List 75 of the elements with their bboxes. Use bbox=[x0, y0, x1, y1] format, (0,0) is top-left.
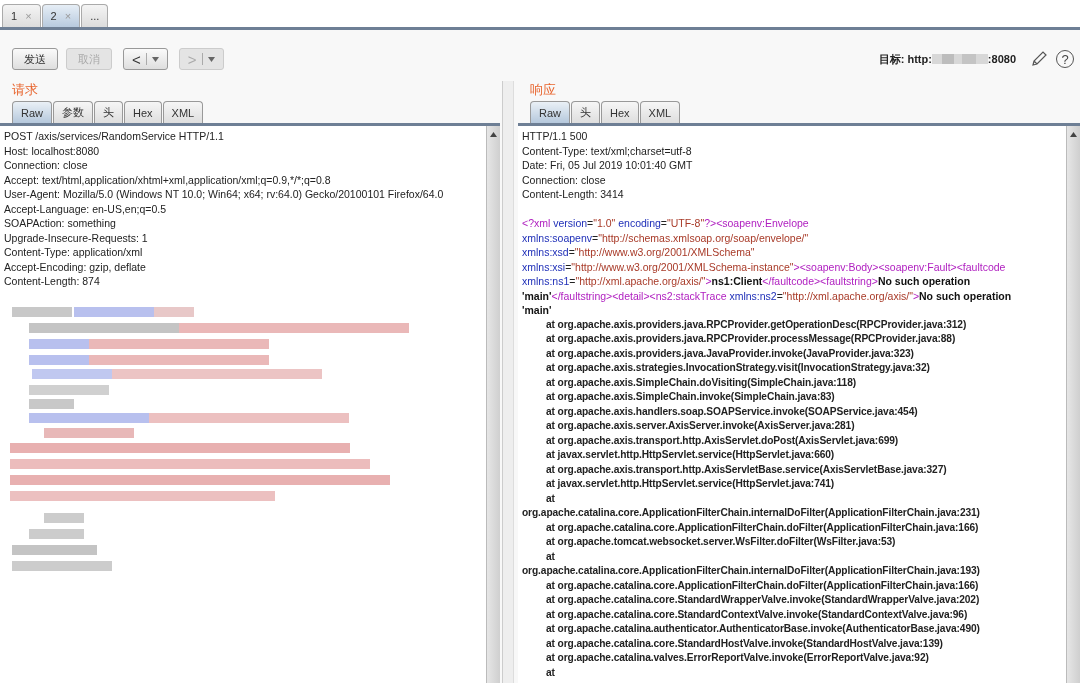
split-handle[interactable] bbox=[502, 81, 514, 683]
response-line: Date: Fri, 05 Jul 2019 10:01:40 GMT bbox=[522, 158, 694, 173]
scrollbar[interactable] bbox=[486, 126, 500, 683]
stack-trace-line: at org.apache.axis.providers.java.JavaProvider.invoke(JavaProvider.java:323) bbox=[545, 346, 915, 361]
xml-line: 'main' bbox=[522, 303, 553, 318]
stack-trace-line: at org.apache.catalina.authenticator.AuthenticatorBase.invoke(AuthenticatorBase.java:490) bbox=[545, 622, 981, 636]
target-label: 目标: http: bbox=[878, 51, 932, 67]
up-arrow-icon[interactable] bbox=[1070, 132, 1077, 137]
request-line: POST /axis/services/RandomService HTTP/1.1 bbox=[4, 129, 225, 144]
stack-trace-line: org.apache.catalina.core.ApplicationFilterChain.internalDoFilter(ApplicationFilterChain.java:193) bbox=[522, 564, 981, 578]
xml-line: 'main'</faultstring><detail><ns2:stackTrace xmlns:ns2="http://xml.apache.org/axis/">No such operation bbox=[522, 288, 1013, 303]
stack-trace-line: at org.apache.axis.providers.java.RPCProvider.processMessage(RPCProvider.java:88) bbox=[545, 332, 957, 346]
view-tab[interactable]: Raw bbox=[12, 101, 52, 123]
response-line: Connection: close bbox=[522, 172, 607, 187]
view-tab[interactable]: XML bbox=[162, 101, 204, 123]
response-line: HTTP/1.1 500 bbox=[522, 129, 589, 144]
stack-trace-line: at org.apache.axis.server.AxisServer.invoke(AxisServer.java:281) bbox=[545, 419, 856, 433]
send-button[interactable]: 发送 bbox=[12, 48, 58, 70]
redaction-drawing bbox=[931, 53, 988, 65]
history-button[interactable]: < bbox=[123, 48, 168, 70]
target-port: :8080 bbox=[987, 53, 1016, 65]
stack-trace-line: at bbox=[545, 491, 556, 506]
view-tab[interactable]: 头 bbox=[94, 101, 123, 123]
stack-trace-line: at org.apache.catalina.core.ApplicationFilterChain.doFilter(ApplicationFilterChain.java:166) bbox=[545, 520, 980, 535]
up-arrow-icon[interactable] bbox=[490, 132, 497, 137]
stack-trace-line: at org.apache.tomcat.websocket.server.WsFilter.doFilter(WsFilter.java:53) bbox=[545, 535, 897, 549]
xml-line: <?xml version="1.0" encoding="UTF-8"?><soapenv:Envelope bbox=[522, 216, 810, 231]
stack-trace-line: at bbox=[545, 665, 556, 680]
stack-trace-line: at org.apache.catalina.core.StandardWrapperValve.invoke(StandardWrapperValve.java:202) bbox=[545, 593, 981, 607]
stack-trace-line: at org.apache.axis.transport.http.AxisServlet.doPost(AxisServlet.java:699) bbox=[545, 433, 900, 448]
session-tab[interactable]: 2 × bbox=[41, 4, 81, 27]
scrollbar[interactable] bbox=[1066, 126, 1080, 683]
view-tab[interactable]: Hex bbox=[124, 101, 162, 123]
view-tab[interactable]: XML bbox=[639, 101, 681, 123]
stack-trace-line: at org.apache.axis.providers.java.RPCProvider.getOperationDesc(RPCProvider.java:312) bbox=[545, 317, 968, 332]
xml-line: xmlns:xsi="http://www.w3.org/2001/XMLSchema-instance"><soapenv:Body><soapenv:Fault><faultcode bbox=[522, 259, 1007, 274]
request-line: SOAPAction: something bbox=[4, 216, 117, 231]
stack-trace-line: at org.apache.catalina.valves.ErrorReportValve.invoke(ErrorReportValve.java:92) bbox=[545, 651, 930, 665]
response-line: Content-Length: 3414 bbox=[522, 187, 625, 202]
session-tab[interactable]: 1 × bbox=[2, 4, 41, 27]
stack-trace-line: at org.apache.catalina.core.ApplicationFilterChain.doFilter(ApplicationFilterChain.java:166) bbox=[545, 578, 980, 593]
xml-line: xmlns:ns1="http://xml.apache.org/axis/">ns1:Client</faultcode><faultstring>No such operation bbox=[522, 274, 972, 289]
caret-icon bbox=[207, 56, 215, 62]
stack-trace-line: at org.apache.axis.SimpleChain.doVisiting(SimpleChain.java:118) bbox=[545, 375, 857, 390]
xml-line: xmlns:soapenv="http://schemas.xmlsoap.org/soap/envelope/" bbox=[522, 230, 810, 245]
request-line: Content-Length: 874 bbox=[4, 274, 101, 289]
caret-icon bbox=[151, 56, 159, 62]
request-line: Upgrade-Insecure-Requests: 1 bbox=[4, 230, 149, 245]
pane-title: 响应 bbox=[529, 81, 557, 99]
request-line: Accept: text/html,application/xhtml+xml,application/xml;q=0.9,*/*;q=0.8 bbox=[4, 172, 332, 187]
stack-trace-line: at org.apache.axis.transport.http.AxisServletBase.service(AxisServletBase.java:327) bbox=[545, 462, 948, 477]
stack-trace-line: at org.apache.catalina.core.StandardContextValve.invoke(StandardContextValve.java:96) bbox=[545, 607, 969, 622]
stack-trace-line: at org.apache.axis.strategies.InvocationStrategy.visit(InvocationStrategy.java:32) bbox=[545, 361, 931, 375]
xml-line: xmlns:xsd="http://www.w3.org/2001/XMLSchema" bbox=[522, 245, 756, 260]
request-line: Host: localhost:8080 bbox=[4, 143, 101, 158]
request-line: User-Agent: Mozilla/5.0 (Windows NT 10.0; Win64; x64; rv:64.0) Gecko/20100101 Firefox/64.0 bbox=[4, 187, 445, 202]
view-tab[interactable]: Hex bbox=[601, 101, 639, 123]
stack-trace-line: at bbox=[545, 549, 556, 564]
view-tab[interactable]: 参数 bbox=[53, 101, 93, 123]
stack-trace-line: at javax.servlet.http.HttpServlet.service(HttpServlet.java:741) bbox=[545, 477, 836, 491]
pencil-icon[interactable] bbox=[1030, 50, 1048, 68]
request-line: Accept-Language: en-US,en;q=0.5 bbox=[4, 201, 167, 216]
request-line: Accept-Encoding: gzip, deflate bbox=[4, 259, 147, 274]
stack-trace-line: at org.apache.axis.SimpleChain.invoke(SimpleChain.java:83) bbox=[545, 390, 836, 404]
stack-trace-line: at org.apache.catalina.core.StandardHostValve.invoke(StandardHostValve.java:139) bbox=[545, 636, 944, 651]
response-line: Content-Type: text/xml;charset=utf-8 bbox=[522, 143, 693, 158]
view-tab[interactable]: 头 bbox=[571, 101, 600, 123]
stack-trace-line: at javax.servlet.http.HttpServlet.service(HttpServlet.java:660) bbox=[545, 448, 836, 462]
pane-title: 请求 bbox=[11, 81, 39, 99]
view-tab[interactable]: Raw bbox=[530, 101, 570, 123]
session-tab[interactable]: ... bbox=[81, 4, 109, 27]
request-line: Connection: close bbox=[4, 158, 89, 173]
stack-trace-line: at org.apache.axis.handlers.soap.SOAPService.invoke(SOAPService.java:454) bbox=[545, 404, 919, 419]
request-line: Content-Type: application/xml bbox=[4, 245, 144, 260]
stack-trace-line: org.apache.catalina.core.ApplicationFilterChain.internalDoFilter(ApplicationFilterChain.java:231) bbox=[522, 506, 981, 520]
